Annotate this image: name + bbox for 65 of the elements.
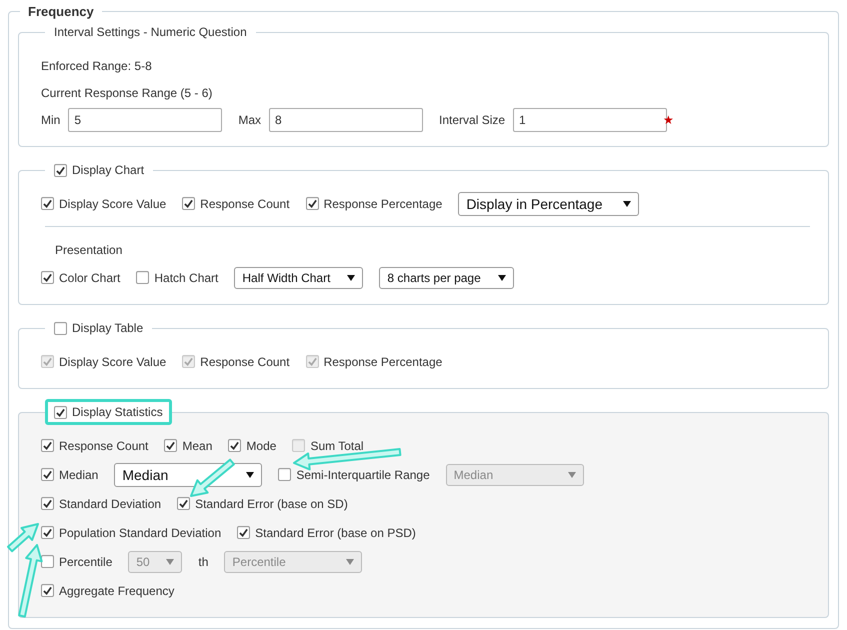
dropdown[interactable]: Half Width Chart <box>234 266 364 288</box>
dropdown[interactable]: Display in Percentage <box>458 192 640 216</box>
checkbox[interactable] <box>41 439 54 452</box>
checkbox[interactable] <box>306 197 319 210</box>
checkbox-label: Standard Error (base on PSD) <box>255 526 416 540</box>
checkbox-label: Median <box>59 468 98 482</box>
checkbox-label: Population Standard Deviation <box>59 526 222 540</box>
checkbox[interactable] <box>41 497 54 510</box>
checkbox-label: Response Count <box>59 438 148 452</box>
checkbox[interactable] <box>54 322 67 334</box>
pointer-arrow <box>190 458 235 497</box>
checkbox-label: Mean <box>182 438 212 452</box>
checkbox[interactable] <box>278 468 292 481</box>
checkbox[interactable] <box>237 526 250 539</box>
section-title: Display Chart <box>72 163 144 177</box>
checkbox-label: Response Count <box>200 354 290 368</box>
dropdown[interactable]: Median <box>114 462 262 486</box>
checkbox-label: Display Score Value <box>59 354 166 368</box>
unit-label: th <box>198 554 208 568</box>
caret-icon <box>568 472 576 478</box>
checkbox[interactable] <box>41 555 54 568</box>
checkbox-label: Percentile <box>59 554 112 568</box>
checkbox-label: Response Percentage <box>324 196 442 210</box>
caret-icon <box>347 274 356 280</box>
subheading: Presentation <box>54 242 124 259</box>
field-label: Min <box>41 112 60 126</box>
checkbox-label: Sum Total <box>310 438 364 452</box>
dropdown[interactable]: 8 charts per page <box>379 266 514 288</box>
field-label: Max <box>238 112 262 126</box>
info-text: Current Response Range (5 - 6) <box>41 85 214 102</box>
group-title: Frequency <box>27 4 95 19</box>
checkbox-label: Display Score Value <box>59 196 166 210</box>
checkbox[interactable] <box>41 271 54 284</box>
checkbox-label: Response Percentage <box>324 354 442 368</box>
input-field[interactable]: 8 <box>269 108 424 132</box>
caret-icon <box>346 558 354 564</box>
caret-icon <box>166 558 174 564</box>
section-title: Display Table <box>72 321 144 335</box>
section-title: Display Statistics <box>72 405 163 419</box>
checkbox[interactable] <box>54 164 67 176</box>
checkbox-label: Standard Deviation <box>59 496 162 510</box>
checkbox-label: Mode <box>246 438 276 452</box>
checkbox[interactable] <box>54 406 67 418</box>
checkbox[interactable] <box>228 439 242 452</box>
checkbox[interactable] <box>41 197 54 210</box>
caret-icon <box>623 200 632 206</box>
checkbox[interactable] <box>41 584 54 597</box>
checkbox-label: Standard Error (base on SD) <box>195 496 348 510</box>
caret-icon <box>246 472 254 478</box>
checkbox-label: Hatch Chart <box>154 270 218 284</box>
checkbox-label: Aggregate Frequency <box>59 584 174 598</box>
caret-icon <box>498 274 506 280</box>
checkbox[interactable] <box>41 468 54 481</box>
input-field[interactable]: 5 <box>68 108 222 132</box>
checkbox[interactable] <box>41 526 54 539</box>
info-text: Enforced Range: 5-8 <box>41 58 153 75</box>
checkbox-label: Semi-Interquartile Range <box>296 468 430 482</box>
checkbox-label: Color Chart <box>59 270 120 284</box>
checkbox[interactable] <box>182 197 196 210</box>
checkbox[interactable] <box>136 271 150 284</box>
field-label: Interval Size <box>439 112 506 126</box>
checkbox[interactable] <box>164 439 178 452</box>
checkbox[interactable] <box>177 497 190 510</box>
section-title: Interval Settings - Numeric Question <box>54 25 247 39</box>
checkbox-label: Response Count <box>200 196 290 210</box>
